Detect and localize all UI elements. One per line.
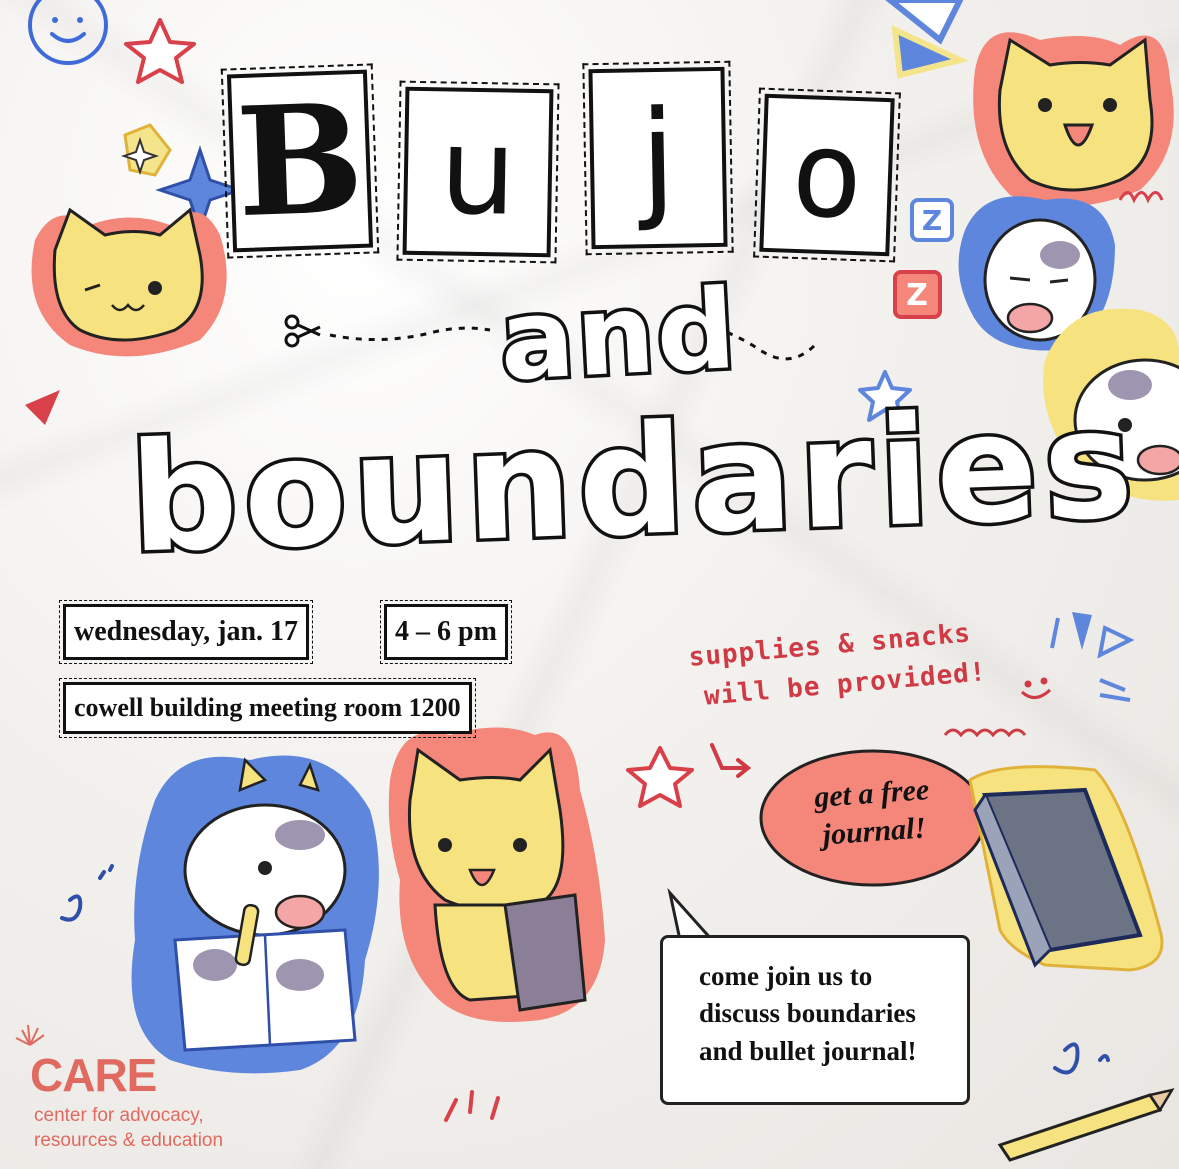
sleep-z-icon: Z Z [893, 198, 954, 319]
care-tagline-line1: center for advocacy, [34, 1105, 204, 1126]
event-date: wednesday, jan. 17 [58, 600, 314, 664]
speech-line3: and bullet journal! [699, 1035, 917, 1066]
speech-bubble-tail [667, 887, 716, 942]
speech-line1: come join us to [699, 961, 873, 991]
care-tagline-line2: resources & education [34, 1129, 224, 1151]
squiggle-icon [1118, 191, 1164, 204]
title-letter-3: j [588, 66, 728, 250]
swirl-icon [60, 864, 114, 922]
cat-sticker-reading [388, 727, 605, 1022]
emphasis-marks-icon [444, 1090, 500, 1122]
smiley-icon [28, 0, 108, 65]
title-letter-2: u [402, 86, 554, 258]
pencil-icon [997, 1088, 1175, 1162]
event-time: 4 – 6 pm [380, 600, 512, 664]
care-tagline: center for advocacy, resources & educati… [34, 1104, 223, 1153]
journal-book [968, 765, 1164, 972]
care-logo-icon [15, 1024, 45, 1046]
svg-text:Z: Z [906, 278, 928, 313]
free-journal-text: get a free journal! [776, 768, 971, 856]
speech-bubble: come join us to discuss boundaries and b… [660, 935, 970, 1105]
emphasis-marks-icon [1050, 612, 1135, 702]
event-location: cowell building meeting room 1200 [59, 678, 476, 738]
arrow-icon [710, 743, 752, 778]
title-subtitle: boundaries [124, 374, 1145, 590]
triangle-sticker [885, 0, 969, 79]
svg-text:Z: Z [922, 204, 942, 237]
star-icon [124, 18, 196, 84]
cat-sticker-left [31, 207, 227, 357]
title-connector: and [493, 261, 744, 408]
title-letter-4: o [759, 93, 895, 257]
speech-line2: discuss boundaries [699, 998, 916, 1029]
care-logo: CARE [30, 1049, 157, 1101]
cat-sticker-top-right [973, 32, 1174, 207]
cow-sticker-journaling [131, 755, 379, 1074]
title-letter-1: B [226, 69, 374, 253]
red-pennant-icon [25, 390, 60, 425]
star-icon [626, 746, 694, 808]
swirl-icon [1053, 1042, 1110, 1075]
